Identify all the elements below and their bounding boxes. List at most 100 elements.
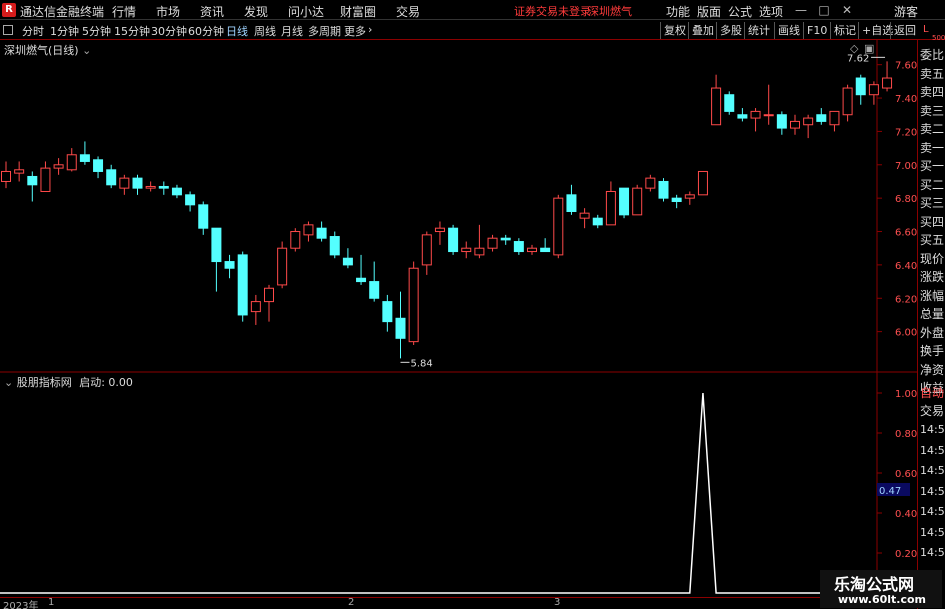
layout-icon[interactable]: ▣ <box>864 42 874 55</box>
btn-huaxian[interactable]: 画线 <box>774 22 803 39</box>
candle-body <box>645 177 656 189</box>
candle <box>513 238 524 255</box>
rp-item: 买三 <box>920 196 945 210</box>
candle <box>776 111 787 135</box>
maximize-icon[interactable]: □ <box>815 1 833 19</box>
kline-chart[interactable]: 7.60 7.40 7.20 7.00 6.80 6.60 6.40 6.20 6.00 1.0… <box>0 40 917 597</box>
btn-back[interactable]: 返回 <box>890 22 919 39</box>
candle <box>342 248 353 269</box>
candle <box>816 108 827 125</box>
ind-tick-label: 0.40 <box>895 509 917 520</box>
candle <box>750 108 761 132</box>
period-1min[interactable]: 1分钟 <box>50 23 79 39</box>
date-axis: 2023年 1 2 3 <box>0 597 877 609</box>
period-30min[interactable]: 30分钟 <box>151 23 187 39</box>
rp-trade[interactable]: 交易 <box>920 402 945 419</box>
minimize-icon[interactable]: — <box>792 1 810 19</box>
close-icon[interactable]: ✕ <box>838 1 856 19</box>
candle-body <box>803 117 814 126</box>
menu-shichang[interactable]: 市场 <box>156 3 180 20</box>
candle-body <box>395 317 406 339</box>
menu-hangqing[interactable]: 行情 <box>112 3 136 20</box>
login-warning[interactable]: 证券交易未登录 <box>514 3 591 19</box>
candle-body <box>264 287 274 303</box>
btn-fuquan[interactable]: 复权 <box>660 22 689 39</box>
btn-f10[interactable]: F10 <box>803 22 830 39</box>
ind-tick-label: 0.80 <box>895 429 917 440</box>
menu-caifuquan[interactable]: 财富圈 <box>340 3 376 20</box>
candle <box>356 254 367 285</box>
menu-gongshi[interactable]: 公式 <box>728 3 752 20</box>
candle <box>290 228 301 252</box>
candle-body <box>356 277 367 283</box>
period-weekly[interactable]: 周线 <box>254 23 276 39</box>
candle-body <box>93 159 104 172</box>
candle <box>119 174 130 195</box>
trade-time: 14:56 <box>920 464 945 477</box>
trade-time: 14:56 <box>920 505 945 518</box>
indicator-line <box>0 392 888 594</box>
menu-xuanxiang[interactable]: 选项 <box>759 3 783 20</box>
menu-gongneng[interactable]: 功能 <box>666 3 690 20</box>
period-5min[interactable]: 5分钟 <box>82 23 111 39</box>
candle <box>790 114 800 135</box>
candle-body <box>724 94 735 112</box>
rp-item: 买五 <box>920 233 945 247</box>
candle-body <box>211 227 222 263</box>
period-daily[interactable]: 日线 <box>226 23 248 39</box>
period-fenshi[interactable]: 分时 <box>22 23 44 39</box>
candle-body <box>1 170 11 182</box>
candle-body <box>513 241 524 253</box>
menu-banmian[interactable]: 版面 <box>697 3 721 20</box>
indicator-name[interactable]: 股朋指标网 <box>17 376 72 389</box>
candle <box>671 194 682 209</box>
candle-body <box>711 87 722 126</box>
period-monthly[interactable]: 月线 <box>281 23 303 39</box>
candle-body <box>79 154 90 162</box>
candle-body <box>868 84 879 96</box>
y-tick-label: 6.60 <box>895 228 917 239</box>
candle-body <box>329 236 340 256</box>
rp-item: 净资 <box>920 362 945 377</box>
app-title: 通达信金融终端 <box>20 5 105 19</box>
btn-biaoji[interactable]: 标记 <box>830 22 859 39</box>
btn-tongji[interactable]: 统计 <box>744 22 773 39</box>
chart-options-chevron-icon[interactable]: ⌄ <box>82 44 91 57</box>
candle-body <box>790 120 800 129</box>
y-tick-label: 6.00 <box>895 328 917 339</box>
btn-diejia[interactable]: 叠加 <box>688 22 717 39</box>
period-15min[interactable]: 15分钟 <box>114 23 150 39</box>
menu-faxian[interactable]: 发现 <box>244 3 268 20</box>
candle <box>461 241 472 259</box>
indicator-chevron-icon[interactable]: ⌄ <box>4 376 13 389</box>
period-more[interactable]: 更多 <box>344 23 366 39</box>
rp-auto[interactable]: 自动 <box>920 384 945 401</box>
rp-item: 换手 <box>920 344 945 358</box>
y-tick-label: 7.00 <box>895 161 917 172</box>
candle-body <box>224 261 235 269</box>
panel-toggle-icon[interactable] <box>3 25 13 35</box>
menu-zixun[interactable]: 资讯 <box>200 3 224 20</box>
candle-body <box>448 227 459 253</box>
y-tick-label: 6.40 <box>895 261 917 272</box>
user-guest[interactable]: 游客 <box>894 3 918 20</box>
trade-time: 14:56 <box>920 546 945 559</box>
menu-jiaoyi[interactable]: 交易 <box>396 3 420 20</box>
indicator-header: ⌄ 股朋指标网 启动: 0.00 <box>4 374 133 390</box>
diamond-icon[interactable]: ◇ <box>850 42 858 55</box>
period-60min[interactable]: 60分钟 <box>188 23 224 39</box>
btn-duogu[interactable]: 多股 <box>716 22 745 39</box>
candle <box>27 171 38 202</box>
trade-time: 14:56 <box>920 423 945 436</box>
indicator-series <box>0 392 888 594</box>
candle-body <box>487 237 498 249</box>
chart-title: 深圳燃气(日线) <box>4 44 79 57</box>
menu-wenxiaoda[interactable]: 问小达 <box>288 3 324 20</box>
candle-body <box>540 247 551 253</box>
candle-body <box>14 169 25 174</box>
candle-body <box>500 237 511 241</box>
period-multi[interactable]: 多周期 <box>308 23 341 39</box>
candle-body <box>145 185 156 189</box>
date-month-1: 1 <box>48 597 55 608</box>
chevron-right-icon[interactable]: › <box>368 23 372 36</box>
